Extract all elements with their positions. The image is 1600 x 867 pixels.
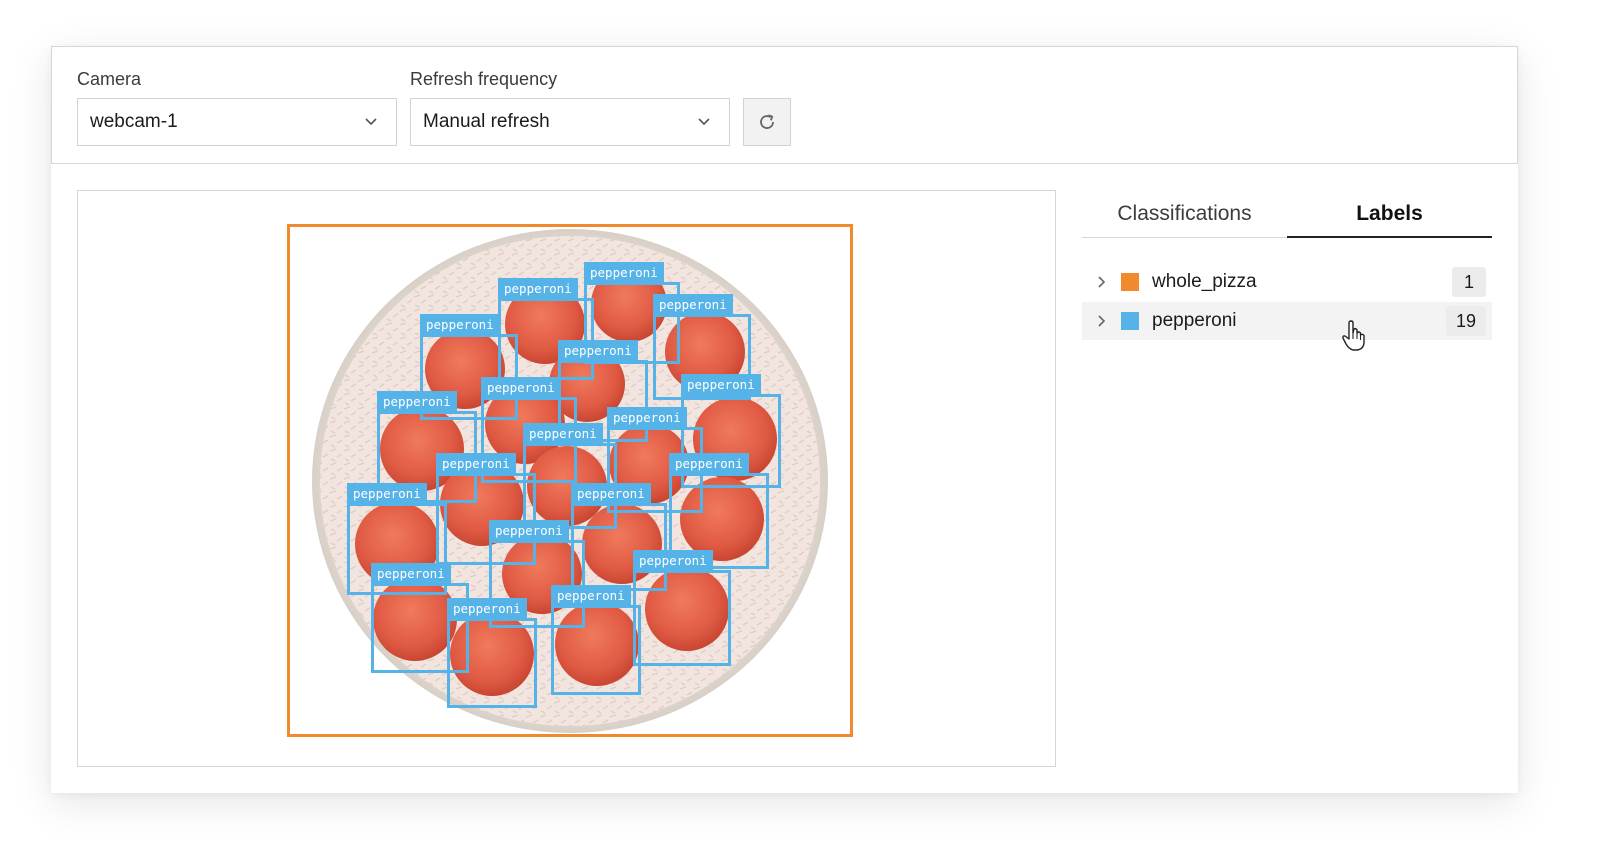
pepperoni-tag: pepperoni <box>558 340 638 362</box>
camera-select-value: webcam-1 <box>90 111 178 132</box>
color-swatch <box>1121 273 1139 291</box>
label-count-badge: 1 <box>1452 267 1486 297</box>
sidebar-tabs: Classifications Labels <box>1082 196 1492 238</box>
pepperoni-tag: pepperoni <box>551 585 631 607</box>
refresh-frequency-select[interactable]: Manual refresh <box>410 98 730 146</box>
pepperoni-tag: pepperoni <box>498 278 578 300</box>
pepperoni-tag: pepperoni <box>347 483 427 505</box>
app-panel: Camera webcam-1 Refresh frequency Manual… <box>51 46 1518 793</box>
refresh-button[interactable] <box>743 98 791 146</box>
pizza-image: pepperoni pepperoni pepperoni pepperoni … <box>287 224 853 737</box>
color-swatch <box>1121 312 1139 330</box>
pepperoni-tag: pepperoni <box>653 294 733 316</box>
pepperoni-tag: pepperoni <box>481 377 561 399</box>
pepperoni-bbox: pepperoni <box>551 585 641 695</box>
toolbar: Camera webcam-1 Refresh frequency Manual… <box>51 46 1518 164</box>
camera-label: Camera <box>77 69 142 89</box>
pepperoni-tag: pepperoni <box>571 483 651 505</box>
pepperoni-tag: pepperoni <box>371 563 451 585</box>
pepperoni-tag: pepperoni <box>584 262 664 284</box>
pepperoni-tag: pepperoni <box>523 423 603 445</box>
pepperoni-tag: pepperoni <box>436 453 516 475</box>
pepperoni-bbox: pepperoni <box>447 598 537 708</box>
tab-classifications[interactable]: Classifications <box>1082 196 1287 238</box>
chevron-right-icon[interactable] <box>1094 275 1108 289</box>
camera-image-frame: pepperoni pepperoni pepperoni pepperoni … <box>77 190 1056 767</box>
label-name: whole_pizza <box>1152 271 1257 292</box>
label-row-whole-pizza[interactable]: whole_pizza 1 <box>1082 263 1492 301</box>
label-row-pepperoni[interactable]: pepperoni 19 <box>1082 302 1492 340</box>
label-count-badge: 19 <box>1445 306 1486 336</box>
pepperoni-tag: pepperoni <box>377 391 457 413</box>
chevron-down-icon <box>365 118 377 126</box>
pepperoni-tag: pepperoni <box>633 550 713 572</box>
pepperoni-tag: pepperoni <box>681 374 761 396</box>
hand-pointer-cursor-icon <box>1342 320 1365 351</box>
pepperoni-tag: pepperoni <box>669 453 749 475</box>
refresh-icon <box>760 114 774 129</box>
pepperoni-tag: pepperoni <box>607 407 687 429</box>
pepperoni-bbox: pepperoni <box>633 550 731 666</box>
camera-select[interactable]: webcam-1 <box>77 98 397 146</box>
chevron-right-icon[interactable] <box>1094 314 1108 328</box>
label-name: pepperoni <box>1152 310 1237 331</box>
pepperoni-tag: pepperoni <box>489 520 569 542</box>
refresh-frequency-value: Manual refresh <box>423 111 550 132</box>
chevron-down-icon <box>698 118 710 126</box>
pepperoni-tag: pepperoni <box>447 598 527 620</box>
refresh-frequency-label: Refresh frequency <box>410 69 558 89</box>
tab-labels[interactable]: Labels <box>1287 196 1492 238</box>
pepperoni-tag: pepperoni <box>420 314 500 336</box>
